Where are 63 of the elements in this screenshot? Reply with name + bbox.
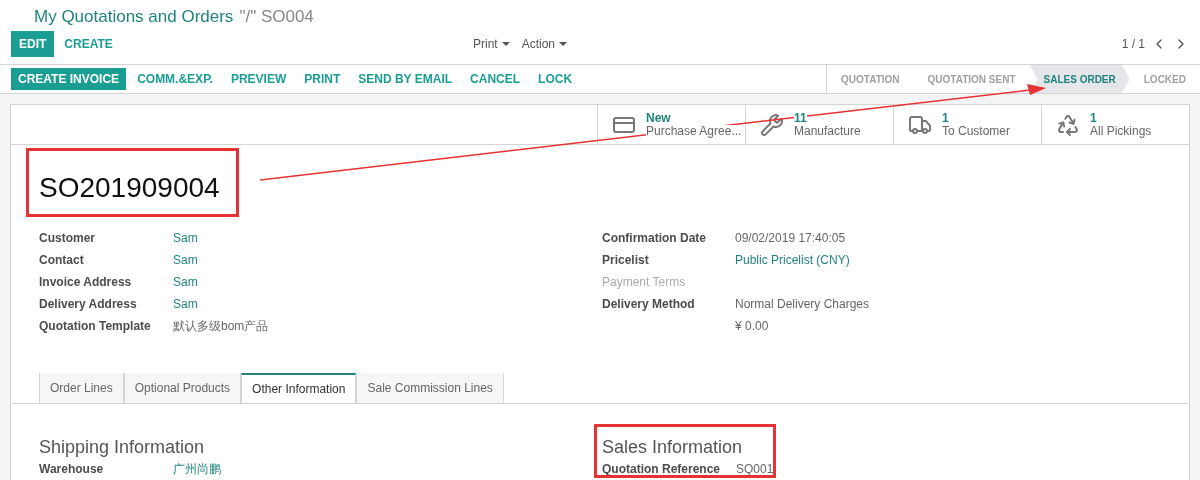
record-title: "/" SO004 — [239, 6, 314, 28]
dropdown-button[interactable]: Print — [473, 35, 510, 53]
status-step[interactable]: SALES ORDER — [1029, 65, 1130, 93]
field-label: Quotation Template — [39, 319, 151, 333]
status-step[interactable]: LOCKED — [1129, 65, 1200, 93]
field-label: Invoice Address — [39, 275, 132, 289]
dropdown-button[interactable]: Action — [521, 35, 568, 53]
smart-label: To Customer — [942, 124, 1011, 138]
field-label: Delivery Method — [602, 297, 695, 311]
field-label: Customer — [39, 231, 95, 245]
field-value: 默认多级bom产品 — [173, 318, 269, 335]
field-label: Payment Terms — [602, 275, 686, 289]
pager-text: 1 / 1 — [1121, 36, 1145, 53]
smart-count: New — [646, 111, 671, 125]
tab[interactable]: Sale Commission Lines — [356, 373, 504, 403]
status-step[interactable]: QUOTATION — [827, 65, 914, 93]
record-name: SO201909004 — [39, 172, 220, 203]
toolbar-button[interactable]: CANCEL — [463, 68, 528, 90]
field-label: Quotation Reference — [602, 462, 721, 476]
toolbar-button[interactable]: PRINT — [297, 68, 348, 90]
breadcrumb-link[interactable]: My Quotations and Orders — [34, 4, 234, 30]
field-link[interactable]: 广州尚鹏 — [173, 460, 221, 478]
field-label: Warehouse — [39, 462, 104, 476]
recycle-icon — [1056, 112, 1080, 137]
field-value: ¥ 0.00 — [735, 318, 769, 335]
create-button[interactable]: CREATE — [56, 31, 121, 57]
field-label: Delivery Address — [39, 297, 137, 311]
field-label: Confirmation Date — [602, 231, 706, 245]
tab[interactable]: Other Information — [241, 373, 357, 403]
smart-button[interactable]: 1 All Pickings — [1041, 105, 1189, 144]
smart-count: 11 — [794, 111, 807, 125]
smart-button[interactable]: 11 Manufacture — [745, 105, 893, 144]
toolbar-button[interactable]: CREATE INVOICE — [11, 68, 127, 90]
tab[interactable]: Optional Products — [123, 373, 242, 403]
smart-label: All Pickings — [1090, 124, 1152, 138]
toolbar-button[interactable]: SEND BY EMAIL — [351, 68, 460, 90]
smart-count: 1 — [942, 111, 949, 125]
tab[interactable]: Order Lines — [39, 373, 124, 403]
field-link[interactable]: Sam — [173, 273, 198, 291]
field-label: Contact — [39, 253, 84, 267]
smart-label: Manufacture — [794, 124, 861, 138]
section-heading: Sales Information — [602, 436, 744, 458]
wrench-icon — [760, 112, 784, 137]
section-heading: Shipping Information — [39, 436, 206, 458]
field-value: Normal Delivery Charges — [735, 296, 870, 313]
smart-label: Purchase Agree... — [646, 124, 742, 138]
toolbar-button[interactable]: PREVIEW — [223, 68, 294, 90]
smart-button[interactable]: 1 To Customer — [893, 105, 1041, 144]
toolbar-button[interactable]: LOCK — [531, 68, 580, 90]
caret-icon — [501, 42, 510, 46]
field-link[interactable]: Sam — [173, 251, 198, 269]
field-value: SQ001 — [736, 461, 774, 478]
toolbar-button[interactable]: COMM.&EXP. — [130, 68, 220, 90]
field-label: Pricelist — [602, 253, 649, 267]
edit-button[interactable]: EDIT — [11, 31, 55, 57]
caret-icon — [559, 42, 568, 46]
smart-button[interactable]: New Purchase Agree... — [597, 105, 745, 144]
field-link[interactable]: Public Pricelist (CNY) — [735, 251, 850, 269]
field-link[interactable]: Sam — [173, 229, 198, 247]
status-step[interactable]: QUOTATION SENT — [913, 65, 1030, 93]
field-value: 09/02/2019 17:40:05 — [735, 230, 846, 247]
smart-count: 1 — [1090, 111, 1097, 125]
field-link[interactable]: Sam — [173, 295, 198, 313]
